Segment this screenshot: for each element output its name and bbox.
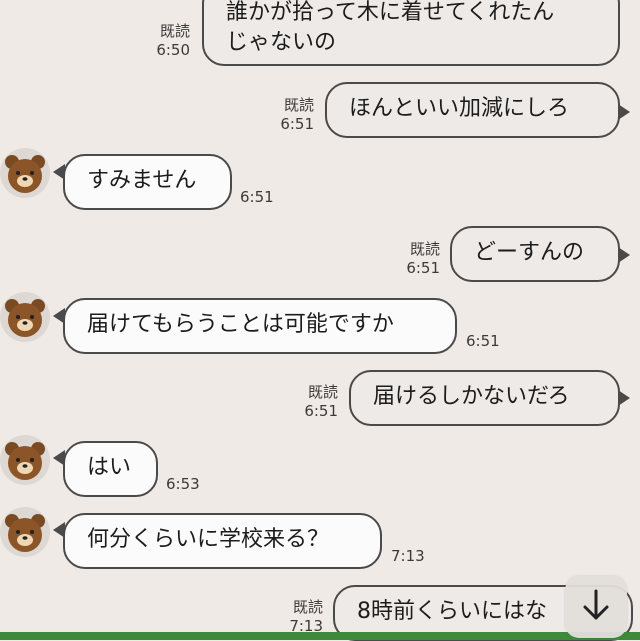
read-receipt: 既読 <box>283 96 314 114</box>
message-text: 何分くらいに学校来る？ <box>87 527 330 552</box>
message-meta: 既読 6:50 <box>150 22 190 60</box>
message-time: 6:53 <box>166 475 200 493</box>
message-text: 8時前くらいにはな <box>357 599 547 624</box>
message-text: 届けてもらうことは可能ですか <box>87 312 394 337</box>
arrow-down-icon <box>581 588 611 626</box>
message-bubble[interactable]: はい <box>63 441 158 497</box>
brown-bear-icon[interactable] <box>0 435 50 485</box>
read-receipt: 既読 <box>159 22 190 40</box>
message-bubble[interactable]: 何分くらいに学校来る？ <box>63 513 382 569</box>
message-meta: 既読 6:51 <box>274 96 314 134</box>
message-time: 6:51 <box>280 115 314 133</box>
bubble-tail <box>618 247 630 263</box>
message-bubble[interactable]: 届けるしかないだろ <box>349 370 620 426</box>
message-line: 誰かが拾って木に着せてくれたん <box>226 0 555 25</box>
brown-bear-icon[interactable] <box>0 148 50 198</box>
message-time: 6:51 <box>304 402 338 420</box>
message-text: 届けるしかないだろ <box>373 384 570 409</box>
message-time: 7:13 <box>391 547 425 565</box>
message-meta: 既読 6:51 <box>298 383 338 421</box>
brown-bear-icon[interactable] <box>0 292 50 342</box>
message-time: 6:51 <box>406 259 440 277</box>
scroll-to-bottom-button[interactable] <box>565 576 627 638</box>
message-bubble[interactable]: どーすんの <box>450 226 620 282</box>
message-time: 6:51 <box>240 188 274 206</box>
message-text: どーすんの <box>474 240 585 265</box>
message-bubble[interactable]: 誰かが拾って木に着せてくれたん じゃないの <box>202 0 620 66</box>
message-time: 6:51 <box>466 332 500 350</box>
message-meta: 既読 6:51 <box>400 240 440 278</box>
message-text: すみません <box>87 168 197 193</box>
message-time: 6:50 <box>156 41 190 59</box>
chat-area[interactable]: 既読 6:50 誰かが拾って木に着せてくれたん じゃないの 既読 6:51 ほん… <box>0 0 640 641</box>
message-text: ほんといい加減にしろ <box>349 96 570 121</box>
message-meta: 既読 7:13 <box>283 598 323 636</box>
read-receipt: 既読 <box>307 383 338 401</box>
message-bubble[interactable]: ほんといい加減にしろ <box>325 82 620 138</box>
read-receipt: 既読 <box>409 240 440 258</box>
bubble-tail <box>618 104 630 120</box>
message-line: じゃないの <box>226 30 337 55</box>
message-bubble[interactable]: 届けてもらうことは可能ですか <box>63 298 457 354</box>
read-receipt: 既読 <box>292 598 323 616</box>
message-text: はい <box>87 455 132 480</box>
bubble-tail <box>618 390 630 406</box>
brown-bear-icon[interactable] <box>0 507 50 557</box>
bottom-bar <box>0 632 640 640</box>
message-bubble[interactable]: すみません <box>63 154 232 210</box>
